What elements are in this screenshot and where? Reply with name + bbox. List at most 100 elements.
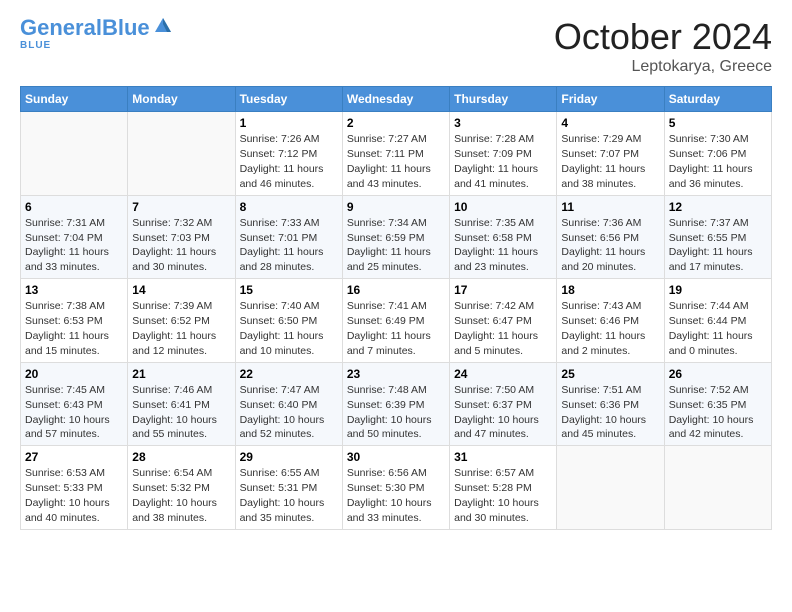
calendar-cell: 28 Sunrise: 6:54 AM Sunset: 5:32 PM Dayli… <box>128 446 235 530</box>
calendar-cell: 30 Sunrise: 6:56 AM Sunset: 5:30 PM Dayli… <box>342 446 449 530</box>
calendar-cell: 10Sunrise: 7:35 AM Sunset: 6:58 PM Dayli… <box>450 195 557 279</box>
weekday-header: Saturday <box>664 87 771 112</box>
day-info: Sunrise: 7:45 AM Sunset: 6:43 PM Dayligh… <box>25 384 110 441</box>
day-info: Sunrise: 7:36 AM Sunset: 6:56 PM Dayligh… <box>561 217 645 274</box>
day-info: Sunrise: 7:32 AM Sunset: 7:03 PM Dayligh… <box>132 217 216 274</box>
logo-tagline: BLUE <box>20 40 51 51</box>
day-info: Sunrise: 7:41 AM Sunset: 6:49 PM Dayligh… <box>347 300 431 357</box>
weekday-header: Monday <box>128 87 235 112</box>
calendar-cell: 11 Sunrise: 7:36 AM Sunset: 6:56 PM Dayli… <box>557 195 664 279</box>
calendar-cell: 7 Sunrise: 7:32 AM Sunset: 7:03 PM Daylig… <box>128 195 235 279</box>
calendar-cell: 16 Sunrise: 7:41 AM Sunset: 6:49 PM Dayli… <box>342 279 449 363</box>
weekday-header: Friday <box>557 87 664 112</box>
day-info: Sunrise: 7:44 AM Sunset: 6:44 PM Dayligh… <box>669 300 753 357</box>
calendar-cell: 6 Sunrise: 7:31 AM Sunset: 7:04 PM Daylig… <box>21 195 128 279</box>
day-number: 16 <box>347 282 445 298</box>
day-number: 5 <box>669 115 767 131</box>
day-number: 7 <box>132 199 230 215</box>
logo-text: GeneralBlue <box>20 16 150 40</box>
day-info: Sunrise: 7:51 AM Sunset: 6:36 PM Dayligh… <box>561 384 646 441</box>
calendar-cell: 21Sunrise: 7:46 AM Sunset: 6:41 PM Dayli… <box>128 362 235 446</box>
calendar-cell: 27 Sunrise: 6:53 AM Sunset: 5:33 PM Dayli… <box>21 446 128 530</box>
weekday-header: Wednesday <box>342 87 449 112</box>
calendar-cell: 29 Sunrise: 6:55 AM Sunset: 5:31 PM Dayli… <box>235 446 342 530</box>
calendar-cell: 20 Sunrise: 7:45 AM Sunset: 6:43 PM Dayli… <box>21 362 128 446</box>
calendar-cell <box>21 112 128 196</box>
day-info: Sunrise: 7:40 AM Sunset: 6:50 PM Dayligh… <box>240 300 324 357</box>
header: GeneralBlue BLUE October 2024 Leptokarya… <box>20 16 772 76</box>
calendar-cell <box>664 446 771 530</box>
calendar-cell: 14Sunrise: 7:39 AM Sunset: 6:52 PM Dayli… <box>128 279 235 363</box>
day-info: Sunrise: 7:43 AM Sunset: 6:46 PM Dayligh… <box>561 300 645 357</box>
day-number: 2 <box>347 115 445 131</box>
calendar-week-row: 1 Sunrise: 7:26 AM Sunset: 7:12 PM Daylig… <box>21 112 772 196</box>
calendar-week-row: 13 Sunrise: 7:38 AM Sunset: 6:53 PM Dayli… <box>21 279 772 363</box>
day-info: Sunrise: 7:52 AM Sunset: 6:35 PM Dayligh… <box>669 384 754 441</box>
day-info: Sunrise: 7:42 AM Sunset: 6:47 PM Dayligh… <box>454 300 538 357</box>
day-number: 3 <box>454 115 552 131</box>
weekday-header: Sunday <box>21 87 128 112</box>
month-title: October 2024 <box>554 16 772 58</box>
day-number: 14 <box>132 282 230 298</box>
day-info: Sunrise: 7:29 AM Sunset: 7:07 PM Dayligh… <box>561 133 645 190</box>
page: GeneralBlue BLUE October 2024 Leptokarya… <box>0 0 792 612</box>
day-number: 8 <box>240 199 338 215</box>
day-info: Sunrise: 7:27 AM Sunset: 7:11 PM Dayligh… <box>347 133 431 190</box>
calendar-week-row: 27 Sunrise: 6:53 AM Sunset: 5:33 PM Dayli… <box>21 446 772 530</box>
logo: GeneralBlue BLUE <box>20 16 173 51</box>
calendar-cell: 3Sunrise: 7:28 AM Sunset: 7:09 PM Daylig… <box>450 112 557 196</box>
day-info: Sunrise: 7:35 AM Sunset: 6:58 PM Dayligh… <box>454 217 538 274</box>
day-number: 30 <box>347 449 445 465</box>
calendar-cell: 9 Sunrise: 7:34 AM Sunset: 6:59 PM Daylig… <box>342 195 449 279</box>
day-info: Sunrise: 7:47 AM Sunset: 6:40 PM Dayligh… <box>240 384 325 441</box>
calendar-cell: 25 Sunrise: 7:51 AM Sunset: 6:36 PM Dayli… <box>557 362 664 446</box>
calendar-cell: 26Sunrise: 7:52 AM Sunset: 6:35 PM Dayli… <box>664 362 771 446</box>
day-info: Sunrise: 7:46 AM Sunset: 6:41 PM Dayligh… <box>132 384 217 441</box>
calendar-cell: 13 Sunrise: 7:38 AM Sunset: 6:53 PM Dayli… <box>21 279 128 363</box>
day-info: Sunrise: 7:26 AM Sunset: 7:12 PM Dayligh… <box>240 133 324 190</box>
calendar-cell: 18 Sunrise: 7:43 AM Sunset: 6:46 PM Dayli… <box>557 279 664 363</box>
logo-icon <box>153 16 173 36</box>
day-info: Sunrise: 6:54 AM Sunset: 5:32 PM Dayligh… <box>132 467 217 524</box>
weekday-header: Tuesday <box>235 87 342 112</box>
day-number: 11 <box>561 199 659 215</box>
day-info: Sunrise: 7:50 AM Sunset: 6:37 PM Dayligh… <box>454 384 539 441</box>
day-info: Sunrise: 6:53 AM Sunset: 5:33 PM Dayligh… <box>25 467 110 524</box>
calendar-table: SundayMondayTuesdayWednesdayThursdayFrid… <box>20 86 772 530</box>
calendar-cell <box>128 112 235 196</box>
calendar-week-row: 20 Sunrise: 7:45 AM Sunset: 6:43 PM Dayli… <box>21 362 772 446</box>
day-number: 15 <box>240 282 338 298</box>
calendar-cell: 31Sunrise: 6:57 AM Sunset: 5:28 PM Dayli… <box>450 446 557 530</box>
calendar-cell: 22Sunrise: 7:47 AM Sunset: 6:40 PM Dayli… <box>235 362 342 446</box>
day-info: Sunrise: 7:34 AM Sunset: 6:59 PM Dayligh… <box>347 217 431 274</box>
day-number: 9 <box>347 199 445 215</box>
calendar-week-row: 6 Sunrise: 7:31 AM Sunset: 7:04 PM Daylig… <box>21 195 772 279</box>
weekday-header: Thursday <box>450 87 557 112</box>
day-info: Sunrise: 7:38 AM Sunset: 6:53 PM Dayligh… <box>25 300 109 357</box>
day-number: 25 <box>561 366 659 382</box>
day-info: Sunrise: 6:55 AM Sunset: 5:31 PM Dayligh… <box>240 467 325 524</box>
calendar-header-row: SundayMondayTuesdayWednesdayThursdayFrid… <box>21 87 772 112</box>
calendar-cell: 5Sunrise: 7:30 AM Sunset: 7:06 PM Daylig… <box>664 112 771 196</box>
day-number: 1 <box>240 115 338 131</box>
day-number: 27 <box>25 449 123 465</box>
day-number: 6 <box>25 199 123 215</box>
calendar-cell: 4Sunrise: 7:29 AM Sunset: 7:07 PM Daylig… <box>557 112 664 196</box>
day-number: 28 <box>132 449 230 465</box>
day-number: 20 <box>25 366 123 382</box>
calendar-cell <box>557 446 664 530</box>
calendar-cell: 15 Sunrise: 7:40 AM Sunset: 6:50 PM Dayli… <box>235 279 342 363</box>
calendar-cell: 1 Sunrise: 7:26 AM Sunset: 7:12 PM Daylig… <box>235 112 342 196</box>
day-number: 13 <box>25 282 123 298</box>
day-number: 18 <box>561 282 659 298</box>
day-info: Sunrise: 6:56 AM Sunset: 5:30 PM Dayligh… <box>347 467 432 524</box>
day-info: Sunrise: 6:57 AM Sunset: 5:28 PM Dayligh… <box>454 467 539 524</box>
day-info: Sunrise: 7:31 AM Sunset: 7:04 PM Dayligh… <box>25 217 109 274</box>
calendar-cell: 8 Sunrise: 7:33 AM Sunset: 7:01 PM Daylig… <box>235 195 342 279</box>
day-info: Sunrise: 7:33 AM Sunset: 7:01 PM Dayligh… <box>240 217 324 274</box>
day-number: 12 <box>669 199 767 215</box>
day-number: 17 <box>454 282 552 298</box>
title-section: October 2024 Leptokarya, Greece <box>554 16 772 76</box>
calendar-cell: 24Sunrise: 7:50 AM Sunset: 6:37 PM Dayli… <box>450 362 557 446</box>
day-number: 29 <box>240 449 338 465</box>
